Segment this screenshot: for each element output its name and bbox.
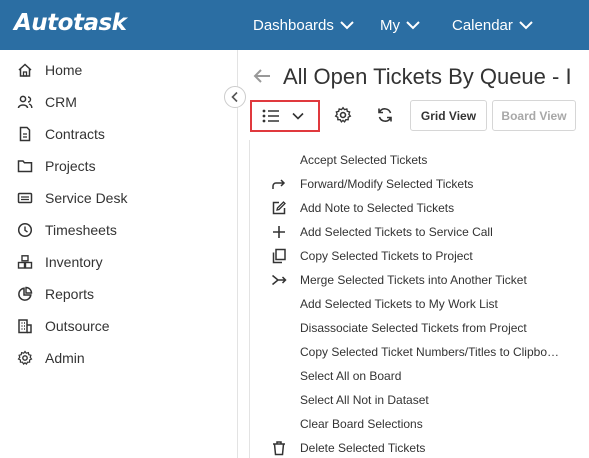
sidebar-item-label: Timesheets xyxy=(45,222,117,238)
contract-icon xyxy=(16,125,34,143)
sidebar-item-label: Outsource xyxy=(45,318,110,334)
sidebar-item-label: Admin xyxy=(45,350,85,366)
pie-chart-icon xyxy=(16,285,34,303)
collapse-sidebar-button[interactable] xyxy=(224,86,246,108)
board-view-button[interactable]: Board View xyxy=(492,100,576,131)
autotask-logo[interactable]: Autotask xyxy=(14,10,127,36)
chevron-down-icon xyxy=(406,21,420,30)
back-arrow-icon[interactable] xyxy=(252,66,272,86)
sidebar-item-label: Service Desk xyxy=(45,190,128,206)
forward-icon xyxy=(270,175,288,193)
page-title: All Open Tickets By Queue - I xyxy=(283,64,572,89)
folder-icon xyxy=(16,157,34,175)
inventory-icon xyxy=(16,253,34,271)
menu-item-label: Clear Board Selections xyxy=(300,417,423,431)
gear-icon xyxy=(334,106,352,123)
nav-my[interactable]: My xyxy=(380,0,420,50)
sidebar: Home CRM Contracts Projects Service Desk… xyxy=(0,50,238,458)
gear-icon xyxy=(16,349,34,367)
sidebar-item-admin[interactable]: Admin xyxy=(16,346,85,370)
nav-calendar-label: Calendar xyxy=(452,16,513,34)
nav-my-label: My xyxy=(380,16,400,34)
chevron-left-icon xyxy=(231,91,238,103)
refresh-icon xyxy=(378,108,392,122)
service-desk-icon xyxy=(16,189,34,207)
menu-item-label: Delete Selected Tickets xyxy=(300,441,426,455)
menu-item-label: Add Note to Selected Tickets xyxy=(300,201,455,215)
merge-icon xyxy=(270,271,288,289)
menu-item-label: Add Selected Tickets to My Work List xyxy=(300,297,498,311)
refresh-button[interactable] xyxy=(374,104,396,126)
sidebar-item-projects[interactable]: Projects xyxy=(16,154,96,178)
sidebar-item-crm[interactable]: CRM xyxy=(16,90,77,114)
menu-item-label: Forward/Modify Selected Tickets xyxy=(300,177,474,191)
chevron-down-icon xyxy=(292,112,304,120)
nav-dashboards-label: Dashboards xyxy=(253,16,334,34)
sidebar-item-inventory[interactable]: Inventory xyxy=(16,250,103,274)
chevron-down-icon xyxy=(519,21,533,30)
edit-icon xyxy=(270,199,288,217)
copy-icon xyxy=(270,247,288,265)
menu-item-label: Select All on Board xyxy=(300,369,402,383)
grid-view-button[interactable]: Grid View xyxy=(410,100,487,131)
sidebar-item-label: Contracts xyxy=(45,126,105,142)
menu-item-label: Copy Selected Tickets to Project xyxy=(300,249,473,263)
sidebar-item-contracts[interactable]: Contracts xyxy=(16,122,105,146)
menu-item-label: Add Selected Tickets to Service Call xyxy=(300,225,493,239)
sidebar-item-label: CRM xyxy=(45,94,77,110)
settings-button[interactable] xyxy=(332,104,354,126)
bulk-actions-menu-button[interactable] xyxy=(250,100,320,132)
menu-item-label: Disassociate Selected Tickets from Proje… xyxy=(300,321,527,335)
sidebar-item-reports[interactable]: Reports xyxy=(16,282,94,306)
sidebar-item-label: Home xyxy=(45,62,83,78)
menu-item-label: Merge Selected Tickets into Another Tick… xyxy=(300,273,527,287)
menu-item-label: Accept Selected Tickets xyxy=(300,153,428,167)
list-icon xyxy=(262,109,279,123)
menu-item-label: Select All Not in Dataset xyxy=(300,393,429,407)
sidebar-item-label: Projects xyxy=(45,158,96,174)
top-bar: Autotask Dashboards My Calendar xyxy=(0,0,589,50)
menu-item-label: Copy Selected Ticket Numbers/Titles to C… xyxy=(300,345,559,359)
sidebar-item-label: Reports xyxy=(45,286,95,302)
sidebar-item-service-desk[interactable]: Service Desk xyxy=(16,186,127,210)
building-icon xyxy=(16,317,34,335)
nav-dashboards[interactable]: Dashboards xyxy=(253,0,354,50)
plus-icon xyxy=(270,223,288,241)
sidebar-item-timesheets[interactable]: Timesheets xyxy=(16,218,117,242)
sidebar-item-outsource[interactable]: Outsource xyxy=(16,314,110,338)
bulk-actions-dropdown: Accept Selected Tickets Forward/Modify S… xyxy=(249,140,589,458)
users-icon xyxy=(16,93,34,111)
sidebar-item-home[interactable]: Home xyxy=(16,58,82,82)
clock-icon xyxy=(16,221,34,239)
trash-icon xyxy=(270,439,288,457)
nav-calendar[interactable]: Calendar xyxy=(452,0,533,50)
sidebar-item-label: Inventory xyxy=(45,254,103,270)
chevron-down-icon xyxy=(340,21,354,30)
home-icon xyxy=(16,61,34,79)
